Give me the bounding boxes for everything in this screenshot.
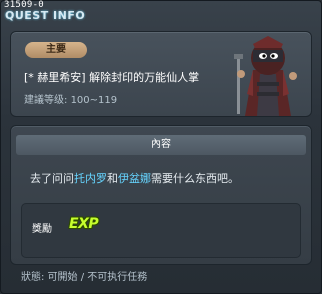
npc-portrait <box>234 36 297 116</box>
window-title: QUEST INFO <box>5 9 86 22</box>
level-range: 100~119 <box>70 95 118 106</box>
npc-link-2[interactable]: 伊盆娜 <box>118 172 151 185</box>
quest-type-badge: 主要 <box>25 42 87 58</box>
npc-staff <box>237 56 240 114</box>
quest-info-window: 31509-0 QUEST INFO 主要 [* 赫里希安] 解除封印的万能仙人… <box>0 0 322 294</box>
content-text: 去了问问托内罗和伊盆娜需要什么东西吧。 <box>30 170 239 186</box>
reward-panel: 獎勵 EXP <box>21 203 301 258</box>
quest-summary-panel: 主要 [* 赫里希安] 解除封印的万能仙人掌 建議等级: 100~119 <box>10 31 312 117</box>
content-text-before: 去了问问 <box>30 172 74 185</box>
npc-link-1[interactable]: 托内罗 <box>74 172 107 185</box>
quest-status: 狀態: 可開始 / 不可执行任務 <box>21 272 148 283</box>
level-label: 建議等级: <box>24 95 68 106</box>
reward-label: 獎勵 <box>32 224 52 235</box>
quest-content-panel: 內容 去了问问托内罗和伊盆娜需要什么东西吧。 獎勵 EXP <box>10 125 312 265</box>
content-text-and: 和 <box>107 172 118 185</box>
exp-icon: EXP <box>69 216 99 232</box>
quest-title: [* 赫里希安] 解除封印的万能仙人掌 <box>24 71 200 84</box>
content-text-after: 需要什么东西吧。 <box>151 172 239 185</box>
quest-level: 建議等级: 100~119 <box>24 91 117 106</box>
content-header: 內容 <box>16 135 306 155</box>
